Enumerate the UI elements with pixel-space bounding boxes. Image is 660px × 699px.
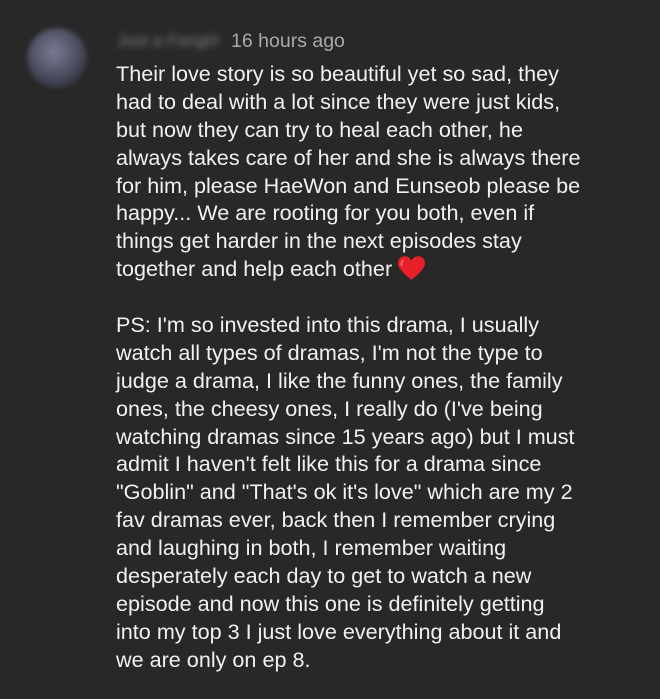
comment-card: Just a Fangirl 16 hours ago Their love s… [0,0,660,699]
comment-line: ones, the cheesy ones, I really do (I've… [116,395,543,421]
comment-timestamp[interactable]: 16 hours ago [231,30,345,53]
comment-line: episode and now this one is definitely g… [116,590,545,616]
comment-line: for him, please HaeWon and Eunseob pleas… [116,172,581,198]
comment-line-text: together and help each other [116,256,393,282]
comment-line: happy... We are rooting for you both, ev… [116,200,535,226]
comment-text: Their love story is so beautiful yet so … [116,60,656,674]
comment-line: fav dramas ever, back then I remember cr… [116,507,556,533]
comment-line: PS: I'm so invested into this drama, I u… [116,312,539,338]
comment-line: watch all types of dramas, I'm not the t… [116,339,543,365]
comment-header: Just a Fangirl 16 hours ago [117,26,345,56]
comment-line: and laughing in both, I remember waiting [116,535,507,561]
comment-line: admit I haven't felt like this for a dra… [116,451,542,477]
comment-line-with-emoji: together and help each other [116,255,656,283]
comment-line: "Goblin" and "That's ok it's love" which… [116,479,573,505]
comment-line: always takes care of her and she is alwa… [116,144,581,170]
comment-line: had to deal with a lot since they were j… [116,88,561,114]
comment-line: but now they can try to heal each other,… [116,116,523,142]
comment-line: into my top 3 I just love everything abo… [116,618,562,644]
comment-line: watching dramas since 15 years ago) but … [116,423,575,449]
comment-line: desperately each day to get to watch a n… [116,563,532,589]
comment-line: Their love story is so beautiful yet so … [116,61,559,86]
author-name[interactable]: Just a Fangirl [117,31,219,51]
comment-line: things get harder in the next episodes s… [116,228,522,254]
avatar[interactable] [27,28,87,88]
comment-line: we are only on ep 8. [116,646,311,672]
comment-line: judge a drama, I like the funny ones, th… [116,367,563,393]
red-heart-icon [398,256,426,281]
